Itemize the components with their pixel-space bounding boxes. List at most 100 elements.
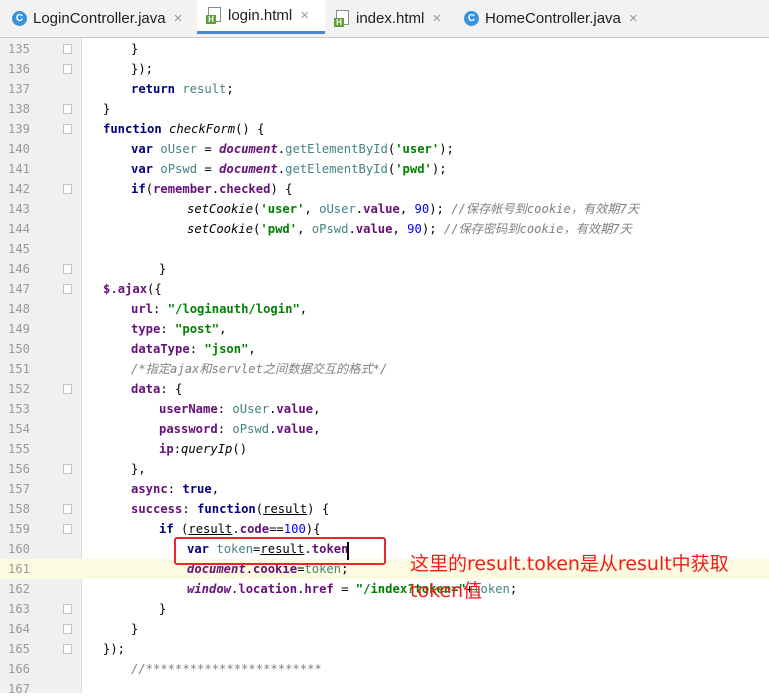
fold-marker-icon[interactable]	[63, 104, 72, 114]
code-text: userName: oUser.value,	[159, 402, 321, 416]
fold-marker-icon[interactable]	[63, 284, 72, 294]
tab-label: login.html	[228, 7, 293, 24]
line-number: 139	[7, 122, 30, 136]
fold-marker-icon[interactable]	[63, 644, 72, 654]
code-line[interactable]: 145	[0, 239, 769, 259]
code-line[interactable]: 164}	[0, 619, 769, 639]
code-text: return result;	[131, 82, 234, 96]
code-line[interactable]: 155 ip:queryIp()	[0, 439, 769, 459]
html-file-icon: H	[334, 9, 350, 27]
code-line[interactable]: 150 dataType: "json",	[0, 339, 769, 359]
code-line[interactable]: 151 /*指定ajax和servlet之间数据交互的格式*/	[0, 359, 769, 379]
line-number: 156	[7, 462, 30, 476]
code-line[interactable]: 165});	[0, 639, 769, 659]
code-text: setCookie('user', oUser.value, 90); //保存…	[187, 202, 640, 216]
line-number: 146	[7, 262, 30, 276]
code-line[interactable]: 166 //************************	[0, 659, 769, 679]
code-text: success: function(result) {	[131, 502, 330, 516]
code-line[interactable]: 135}	[0, 39, 769, 59]
fold-marker-icon[interactable]	[63, 504, 72, 514]
editor-tab-bar: C LoginController.java × H login.html × …	[0, 0, 769, 38]
code-text: }	[159, 262, 167, 276]
fold-marker-icon[interactable]	[63, 264, 72, 274]
code-text: }	[159, 602, 167, 616]
fold-marker-icon[interactable]	[63, 184, 72, 194]
close-icon[interactable]: ×	[300, 7, 309, 24]
html-file-icon: H	[206, 7, 222, 24]
code-line[interactable]: 158 success: function(result) {	[0, 499, 769, 519]
code-line[interactable]: 137 return result;	[0, 79, 769, 99]
highlight-box	[174, 537, 386, 565]
code-line[interactable]: 159 if (result.code==100){	[0, 519, 769, 539]
code-line[interactable]: 142 if(remember.checked) {	[0, 179, 769, 199]
code-line[interactable]: 167	[0, 679, 769, 699]
close-icon[interactable]: ×	[432, 10, 441, 27]
line-number: 153	[7, 402, 30, 416]
tab-homecontroller[interactable]: C HomeController.java ×	[464, 0, 649, 36]
tab-label: HomeController.java	[485, 9, 621, 27]
code-text: if (result.code==100){	[159, 522, 321, 536]
line-number: 142	[7, 182, 30, 196]
line-number: 143	[7, 202, 30, 216]
line-number: 137	[7, 82, 30, 96]
line-number: 162	[7, 582, 30, 596]
tab-label: index.html	[356, 9, 425, 27]
line-number: 149	[7, 322, 30, 336]
code-line[interactable]: 154 password: oPswd.value,	[0, 419, 769, 439]
line-number: 161	[7, 562, 30, 576]
line-number: 159	[7, 522, 30, 536]
line-number: 141	[7, 162, 30, 176]
code-text: dataType: "json",	[131, 342, 256, 356]
line-number: 144	[7, 222, 30, 236]
code-line[interactable]: 157 async: true,	[0, 479, 769, 499]
code-line[interactable]: 148 url: "/loginauth/login",	[0, 299, 769, 319]
tab-logincontroller[interactable]: C LoginController.java ×	[12, 0, 192, 36]
code-text: var oUser = document.getElementById('use…	[131, 142, 454, 156]
code-line[interactable]: 156},	[0, 459, 769, 479]
fold-marker-icon[interactable]	[63, 124, 72, 134]
code-text: //************************	[131, 662, 322, 676]
code-line[interactable]: 149 type: "post",	[0, 319, 769, 339]
line-number: 158	[7, 502, 30, 516]
code-line[interactable]: 152 data: {	[0, 379, 769, 399]
tab-login-html[interactable]: H login.html ×	[197, 0, 325, 34]
fold-marker-icon[interactable]	[63, 524, 72, 534]
line-number: 160	[7, 542, 30, 556]
code-text: }	[131, 622, 139, 636]
line-number: 145	[7, 242, 30, 256]
line-number: 138	[7, 102, 30, 116]
code-text: url: "/loginauth/login",	[131, 302, 308, 316]
line-number: 163	[7, 602, 30, 616]
close-icon[interactable]: ×	[629, 10, 638, 27]
code-line[interactable]: 147 $.ajax({	[0, 279, 769, 299]
code-line[interactable]: 143 setCookie('user', oUser.value, 90); /…	[0, 199, 769, 219]
code-line[interactable]: 146}	[0, 259, 769, 279]
close-icon[interactable]: ×	[174, 10, 183, 27]
code-line[interactable]: 153 userName: oUser.value,	[0, 399, 769, 419]
fold-marker-icon[interactable]	[63, 44, 72, 54]
code-text: var oPswd = document.getElementById('pwd…	[131, 162, 447, 176]
fold-marker-icon[interactable]	[63, 464, 72, 474]
code-line[interactable]: 140 var oUser = document.getElementById('…	[0, 139, 769, 159]
tab-index-html[interactable]: H index.html ×	[334, 0, 454, 36]
code-line[interactable]: 144 setCookie('pwd', oPswd.value, 90); //…	[0, 219, 769, 239]
code-text: ip:queryIp()	[159, 442, 248, 456]
tab-label: LoginController.java	[33, 9, 166, 27]
code-line[interactable]: 139 function checkForm() {	[0, 119, 769, 139]
line-number: 135	[7, 42, 30, 56]
line-number: 151	[7, 362, 30, 376]
line-number: 150	[7, 342, 30, 356]
code-text: function checkForm() {	[103, 122, 265, 136]
line-number: 167	[7, 682, 30, 696]
fold-marker-icon[interactable]	[63, 624, 72, 634]
fold-marker-icon[interactable]	[63, 604, 72, 614]
code-line[interactable]: 141 var oPswd = document.getElementById('…	[0, 159, 769, 179]
code-line[interactable]: 138}	[0, 99, 769, 119]
fold-marker-icon[interactable]	[63, 64, 72, 74]
fold-marker-icon[interactable]	[63, 384, 72, 394]
code-line[interactable]: 136});	[0, 59, 769, 79]
line-number: 148	[7, 302, 30, 316]
code-text: }	[131, 42, 139, 56]
line-number: 166	[7, 662, 30, 676]
line-number: 157	[7, 482, 30, 496]
